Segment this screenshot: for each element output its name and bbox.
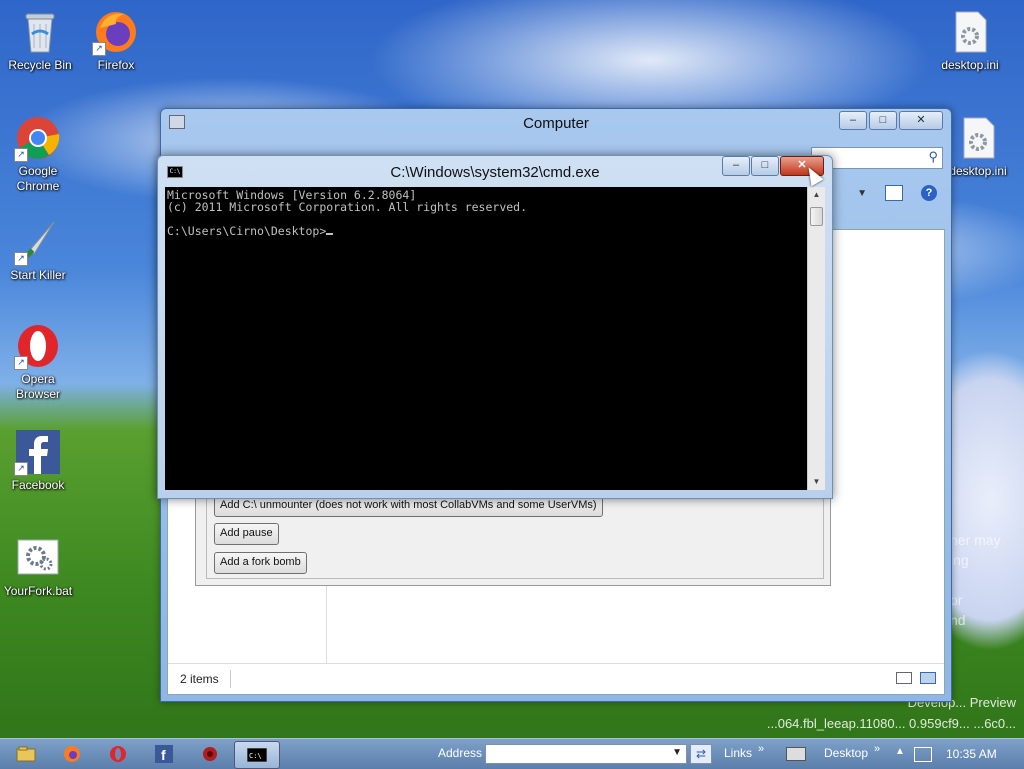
desktop-icon-recycle-bin[interactable]: Recycle Bin — [2, 8, 78, 73]
settings-file-icon — [946, 8, 994, 56]
add-pause-button[interactable]: Add pause — [214, 523, 279, 545]
details-view-icon[interactable] — [896, 672, 912, 684]
shortcut-arrow-icon: ↗ — [14, 356, 28, 370]
view-toggle-group — [896, 672, 936, 684]
desktop-icon-google-chrome[interactable]: ↗ Google Chrome — [0, 114, 76, 194]
add-fork-bomb-button[interactable]: Add a fork bomb — [214, 552, 307, 574]
explorer-icon — [16, 746, 36, 762]
shortcut-arrow-icon: ↗ — [14, 462, 28, 476]
desktop-icon-label: Facebook — [11, 478, 65, 492]
search-icon: ⚲ — [928, 149, 938, 164]
desktop-toolbar[interactable]: Desktop — [824, 746, 868, 760]
scroll-down-icon[interactable]: ▼ — [808, 474, 825, 490]
go-button[interactable]: ⇄ — [690, 744, 712, 764]
cmd-icon: C:\ — [247, 748, 267, 762]
desktop-icon-firefox[interactable]: ↗ Firefox — [78, 8, 154, 73]
address-input[interactable]: ▼ — [485, 744, 687, 764]
desktop-icon-label: desktop.ini — [941, 58, 999, 72]
wallpaper-text-line: ing — [950, 552, 969, 568]
firefox-icon — [64, 746, 80, 762]
desktop-icon-facebook[interactable]: ↗ Facebook — [0, 428, 76, 493]
keyboard-icon[interactable] — [786, 747, 806, 761]
firefox-icon: ↗ — [92, 8, 140, 56]
taskbar-firefox-button[interactable] — [50, 741, 94, 767]
minimize-button[interactable]: – — [839, 111, 867, 130]
wallpaper-text: ner may ing or nd — [950, 530, 1001, 630]
opera-icon — [110, 746, 126, 762]
large-icons-view-icon[interactable] — [920, 672, 936, 684]
show-hidden-icons-icon[interactable]: ▲ — [895, 746, 905, 757]
start-killer-icon — [203, 747, 217, 761]
desktop-icon-label: Recycle Bin — [8, 58, 72, 72]
view-dropdown-icon[interactable]: ▼ — [857, 188, 867, 199]
desktop-icon-label: Opera Browser — [15, 372, 60, 401]
desktop-icon-desktop-ini-1[interactable]: desktop.ini — [932, 8, 1008, 73]
taskbar-start-killer-button[interactable] — [188, 741, 232, 767]
taskbar-explorer-button[interactable] — [4, 741, 48, 767]
chevron-down-icon[interactable]: ▼ — [672, 747, 682, 758]
help-icon[interactable]: ? — [921, 185, 937, 201]
close-button[interactable]: ✕ — [899, 111, 943, 130]
vertical-scrollbar[interactable]: ▲ ▼ — [807, 187, 825, 490]
desktop-icon-label: Start Killer — [10, 268, 66, 282]
batch-file-icon — [14, 534, 62, 582]
address-label: Address — [438, 746, 483, 760]
taskbar-facebook-button[interactable]: f — [142, 741, 186, 767]
svg-text:C:\: C:\ — [249, 752, 262, 760]
facebook-icon: ↗ — [14, 428, 62, 476]
opera-icon: ↗ — [14, 322, 62, 370]
scroll-thumb[interactable] — [810, 207, 823, 226]
explorer-window-controls: – □ ✕ — [839, 111, 943, 130]
console-line: (c) 2011 Microsoft Corporation. All righ… — [167, 200, 528, 214]
shortcut-arrow-icon: ↗ — [92, 42, 106, 56]
taskbar: f C:\ Address ▼ ⇄ Links » Desktop » ▲ 10… — [0, 738, 1024, 769]
svg-text:f: f — [161, 747, 166, 763]
desktop-icon-opera-browser[interactable]: ↗ Opera Browser — [0, 322, 76, 402]
console-output[interactable]: Microsoft Windows [Version 6.2.8064] (c)… — [165, 187, 807, 490]
shortcut-arrow-icon: ↗ — [14, 148, 28, 162]
desktop-icon-start-killer[interactable]: ↗ Start Killer — [0, 218, 76, 283]
settings-file-icon — [954, 114, 1002, 162]
scroll-up-icon[interactable]: ▲ — [808, 187, 825, 203]
wallpaper-text-line: or — [950, 592, 963, 608]
knife-icon: ↗ — [14, 218, 62, 266]
status-divider — [230, 670, 231, 688]
status-bar: 2 items — [168, 663, 944, 694]
console-prompt: C:\Users\Cirno\Desktop> — [167, 224, 327, 238]
build-watermark-line2: ...064.fbl_leeap.11080... 0.959cf9... ..… — [766, 716, 1016, 731]
desktop-icon-label: Google Chrome — [16, 164, 60, 193]
desktop-chevron-icon[interactable]: » — [874, 743, 880, 755]
cmd-window[interactable]: C:\ C:\Windows\system32\cmd.exe – □ ✕ Mi… — [157, 155, 833, 499]
clock[interactable]: 10:35 AM — [946, 747, 997, 761]
wallpaper-text-line: ner may — [950, 532, 1001, 548]
desktop-icon-label: Firefox — [97, 58, 135, 72]
recycle-bin-icon — [16, 8, 64, 56]
links-toolbar[interactable]: Links — [724, 746, 752, 760]
maximize-button[interactable]: □ — [751, 156, 779, 176]
explorer-title: Computer — [523, 115, 589, 132]
network-icon[interactable] — [914, 747, 932, 762]
maximize-button[interactable]: □ — [869, 111, 897, 130]
explorer-toolbar-icons: ▼ ? — [857, 185, 937, 201]
chrome-icon: ↗ — [14, 114, 62, 162]
taskbar-opera-button[interactable] — [96, 741, 140, 767]
links-chevron-icon[interactable]: » — [758, 743, 764, 755]
wallpaper-text-line: nd — [950, 612, 966, 628]
desktop-icon-label: YourFork.bat — [3, 584, 73, 598]
shortcut-arrow-icon: ↗ — [14, 252, 28, 266]
desktop-icon-yourfork-bat[interactable]: YourFork.bat — [0, 534, 76, 599]
taskbar-cmd-button[interactable]: C:\ — [234, 741, 280, 769]
text-cursor — [326, 233, 334, 235]
facebook-icon: f — [155, 745, 173, 763]
minimize-button[interactable]: – — [722, 156, 750, 176]
preview-pane-icon[interactable] — [885, 185, 903, 201]
item-count: 2 items — [180, 672, 219, 686]
